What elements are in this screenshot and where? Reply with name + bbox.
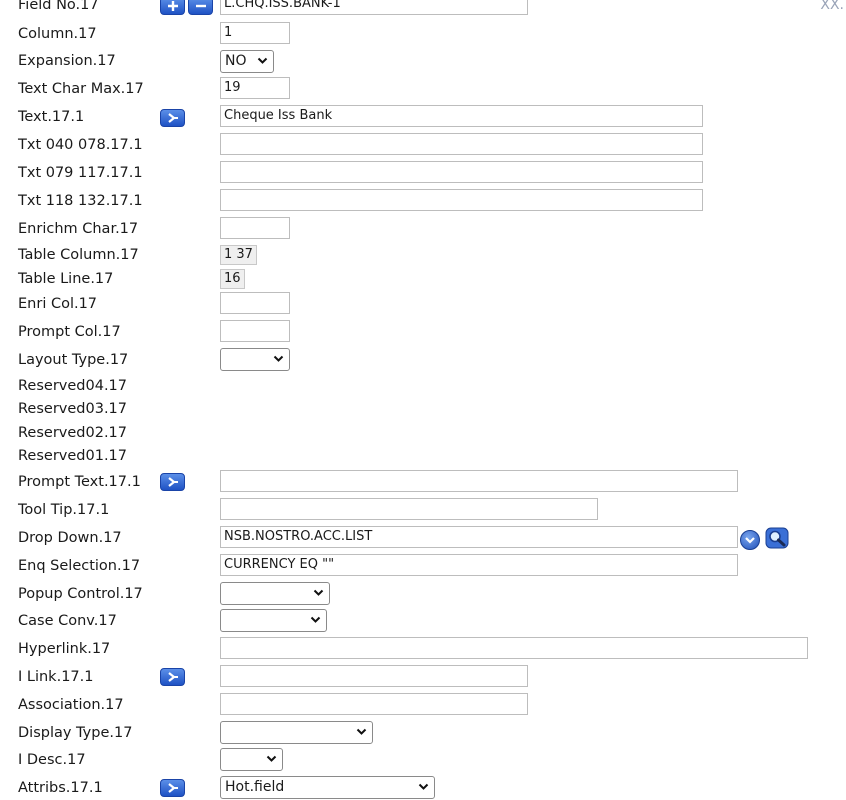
chevron-down-icon — [310, 616, 321, 623]
table-line-value: 16 — [220, 269, 245, 289]
expansion-value: NO — [225, 53, 247, 69]
drop-down-input[interactable]: NSB.NOSTRO.ACC.LIST — [220, 526, 738, 548]
enrichm-char-input[interactable] — [220, 217, 290, 239]
chevron-down-icon — [356, 728, 367, 735]
expand-prompt-text-button[interactable] — [160, 473, 185, 491]
plus-icon — [167, 1, 178, 11]
prompt-col-input[interactable] — [220, 320, 290, 342]
expand-arrow-icon — [167, 783, 178, 793]
label-txt-118: Txt 118 132.17.1 — [18, 193, 143, 209]
display-type-select[interactable] — [220, 721, 373, 744]
label-attribs: Attribs.17.1 — [18, 780, 103, 796]
layout-type-select[interactable] — [220, 348, 290, 371]
remove-field-button[interactable] — [188, 0, 213, 15]
label-reserved04: Reserved04.17 — [18, 378, 127, 394]
hyperlink-input[interactable] — [220, 637, 808, 659]
i-desc-select[interactable] — [220, 748, 283, 771]
label-text: Text.17.1 — [18, 109, 85, 125]
label-table-column: Table Column.17 — [18, 247, 139, 263]
tool-tip-input[interactable] — [220, 498, 598, 520]
case-conv-select[interactable] — [220, 609, 327, 632]
popup-control-select[interactable] — [220, 582, 330, 605]
attribs-select[interactable]: Hot.field — [220, 776, 435, 799]
label-field-no: Field No.17 — [18, 0, 99, 13]
label-display-type: Display Type.17 — [18, 725, 133, 741]
field-no-input[interactable]: L.CHQ.ISS.BANK-1 — [220, 0, 528, 15]
enq-selection-input[interactable]: CURRENCY EQ "" — [220, 554, 738, 576]
expand-i-link-button[interactable] — [160, 668, 185, 686]
label-txt-040: Txt 040 078.17.1 — [18, 137, 143, 153]
minus-icon — [195, 4, 206, 8]
enri-col-input[interactable] — [220, 292, 290, 314]
chevron-down-icon — [266, 755, 277, 762]
text-input[interactable]: Cheque Iss Bank — [220, 105, 703, 127]
label-tool-tip: Tool Tip.17.1 — [18, 502, 110, 518]
chevron-down-icon — [418, 783, 429, 790]
txt-079-input[interactable] — [220, 161, 703, 183]
dropdown-button[interactable] — [740, 530, 760, 550]
label-reserved02: Reserved02.17 — [18, 425, 127, 441]
i-link-input[interactable] — [220, 665, 528, 687]
label-reserved01: Reserved01.17 — [18, 448, 127, 464]
label-i-link: I Link.17.1 — [18, 669, 94, 685]
label-hyperlink: Hyperlink.17 — [18, 641, 111, 657]
corner-text: XX. — [820, 0, 844, 13]
label-prompt-text: Prompt Text.17.1 — [18, 474, 141, 490]
label-enq-selection: Enq Selection.17 — [18, 558, 141, 574]
label-popup-control: Popup Control.17 — [18, 586, 143, 602]
expansion-select[interactable]: NO — [220, 50, 274, 73]
label-text-char-max: Text Char Max.17 — [18, 81, 144, 97]
label-prompt-col: Prompt Col.17 — [18, 324, 121, 340]
txt-118-input[interactable] — [220, 189, 703, 211]
expand-text-button[interactable] — [160, 109, 185, 127]
add-field-button[interactable] — [160, 0, 185, 15]
label-drop-down: Drop Down.17 — [18, 530, 122, 546]
expand-attribs-button[interactable] — [160, 779, 185, 797]
chevron-down-circle-icon — [745, 537, 755, 544]
label-i-desc: I Desc.17 — [18, 752, 86, 768]
label-reserved03: Reserved03.17 — [18, 401, 127, 417]
label-layout-type: Layout Type.17 — [18, 352, 129, 368]
attribs-value: Hot.field — [225, 779, 285, 795]
expand-arrow-icon — [167, 477, 178, 487]
chevron-down-icon — [257, 57, 268, 64]
expand-arrow-icon — [167, 113, 178, 123]
table-column-value: 1 37 — [220, 245, 257, 265]
label-column: Column.17 — [18, 26, 97, 42]
txt-040-input[interactable] — [220, 133, 703, 155]
expand-arrow-icon — [167, 672, 178, 682]
magnifier-icon — [765, 527, 789, 549]
lookup-button[interactable] — [765, 527, 789, 549]
column-input[interactable]: 1 — [220, 22, 290, 44]
label-enrichm-char: Enrichm Char.17 — [18, 221, 139, 237]
prompt-text-input[interactable] — [220, 470, 738, 492]
label-table-line: Table Line.17 — [18, 271, 114, 287]
label-case-conv: Case Conv.17 — [18, 613, 117, 629]
label-txt-079: Txt 079 117.17.1 — [18, 165, 143, 181]
text-char-max-input[interactable]: 19 — [220, 77, 290, 99]
chevron-down-icon — [273, 355, 284, 362]
chevron-down-icon — [313, 589, 324, 596]
label-expansion: Expansion.17 — [18, 53, 116, 69]
label-enri-col: Enri Col.17 — [18, 296, 98, 312]
association-input[interactable] — [220, 693, 528, 715]
label-association: Association.17 — [18, 697, 124, 713]
